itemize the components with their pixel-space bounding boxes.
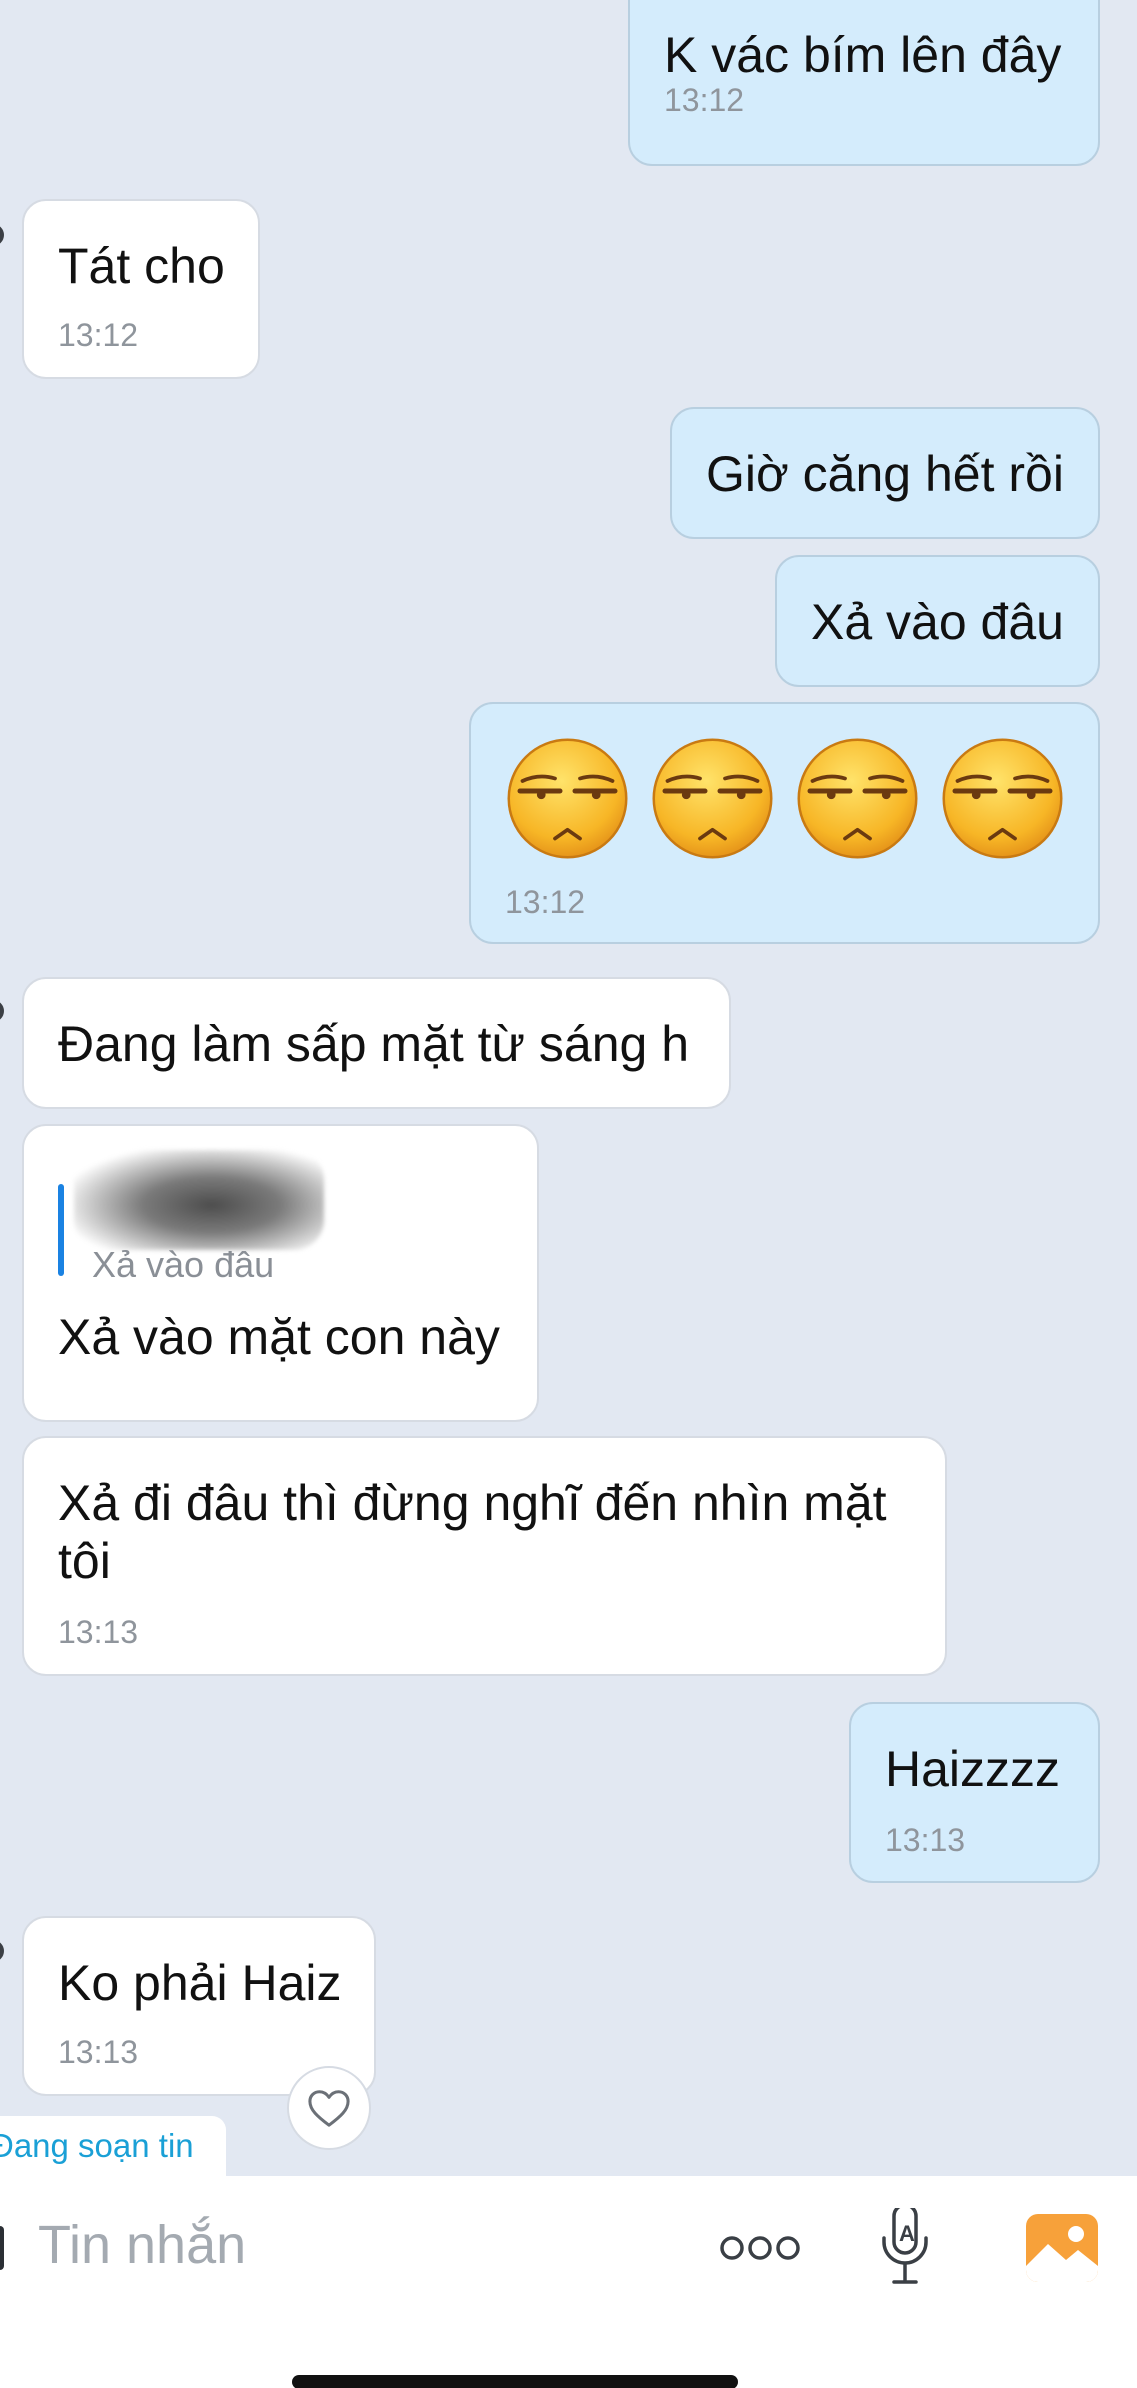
unamused-face-icon (942, 738, 1063, 859)
message-text: Xả đi đâu thì đừng nghĩ đến nhìn mặt tôi (58, 1475, 887, 1589)
sender-avatar[interactable] (0, 1000, 4, 1022)
message-composer: Tin nhắn A (0, 2176, 1137, 2388)
message-time: 13:12 (505, 884, 586, 920)
quote-text: Xả vào đâu (92, 1244, 275, 1285)
quote-bar (58, 1184, 64, 1276)
message-time: 13:13 (58, 2034, 139, 2070)
message-text: Xả vào mặt con này (58, 1309, 500, 1365)
quote-redacted-image (74, 1150, 324, 1250)
sender-avatar[interactable] (0, 224, 4, 246)
message-text: Xả vào đâu (811, 594, 1064, 650)
home-indicator (292, 2375, 738, 2388)
react-heart-button[interactable] (287, 2066, 371, 2150)
message-bubble-incoming[interactable]: Xả đi đâu thì đừng nghĩ đến nhìn mặt tôi… (22, 1436, 947, 1676)
message-bubble-outgoing[interactable]: Xả vào đâu (775, 555, 1100, 687)
typing-indicator: Đang soạn tin (0, 2116, 226, 2176)
message-time: 13:12 (58, 317, 139, 353)
message-time: 13:12 (664, 82, 745, 118)
message-text: Ko phải Haiz (58, 1955, 342, 2011)
message-text: K vác bím lên đây (664, 27, 1062, 83)
message-input[interactable]: Tin nhắn (38, 2214, 246, 2276)
gallery-icon[interactable] (1026, 2214, 1098, 2282)
message-time: 13:13 (58, 1614, 139, 1650)
unamused-face-icon (652, 738, 773, 859)
message-bubble-incoming[interactable]: Đang làm sấp mặt từ sáng h (22, 977, 731, 1109)
message-bubble-outgoing-emoji[interactable]: 13:12 (469, 702, 1100, 944)
message-text: Đang làm sấp mặt từ sáng h (58, 1016, 690, 1072)
svg-text:A: A (899, 2221, 915, 2246)
typing-indicator-text: Đang soạn tin (0, 2127, 194, 2164)
unamused-face-icon (797, 738, 918, 859)
sender-avatar[interactable] (0, 1940, 4, 1962)
message-bubble-incoming[interactable]: Tát cho 13:12 (22, 199, 260, 379)
message-text: Tát cho (58, 238, 225, 294)
heart-outline-icon (308, 2090, 350, 2127)
message-bubble-incoming-reply[interactable]: Xả vào đâu Xả vào mặt con này (22, 1124, 539, 1422)
emoji-button-edge[interactable] (0, 2226, 4, 2270)
emoji-row (505, 736, 1065, 861)
message-bubble-outgoing[interactable]: Giờ căng hết rồi (670, 407, 1100, 539)
message-time: 13:13 (885, 1822, 966, 1858)
message-bubble-outgoing[interactable]: Haizzzz 13:13 (849, 1702, 1100, 1883)
message-bubble-outgoing[interactable]: K vác bím lên đây 13:12 (628, 0, 1100, 166)
reply-quote[interactable]: Xả vào đâu (58, 1150, 324, 1285)
message-text: Giờ căng hết rồi (706, 446, 1064, 502)
unamused-face-icon (507, 738, 628, 859)
voice-to-text-icon[interactable]: A (876, 2208, 934, 2288)
message-text: Haizzzz (885, 1741, 1061, 1797)
more-icon[interactable] (718, 2226, 802, 2270)
